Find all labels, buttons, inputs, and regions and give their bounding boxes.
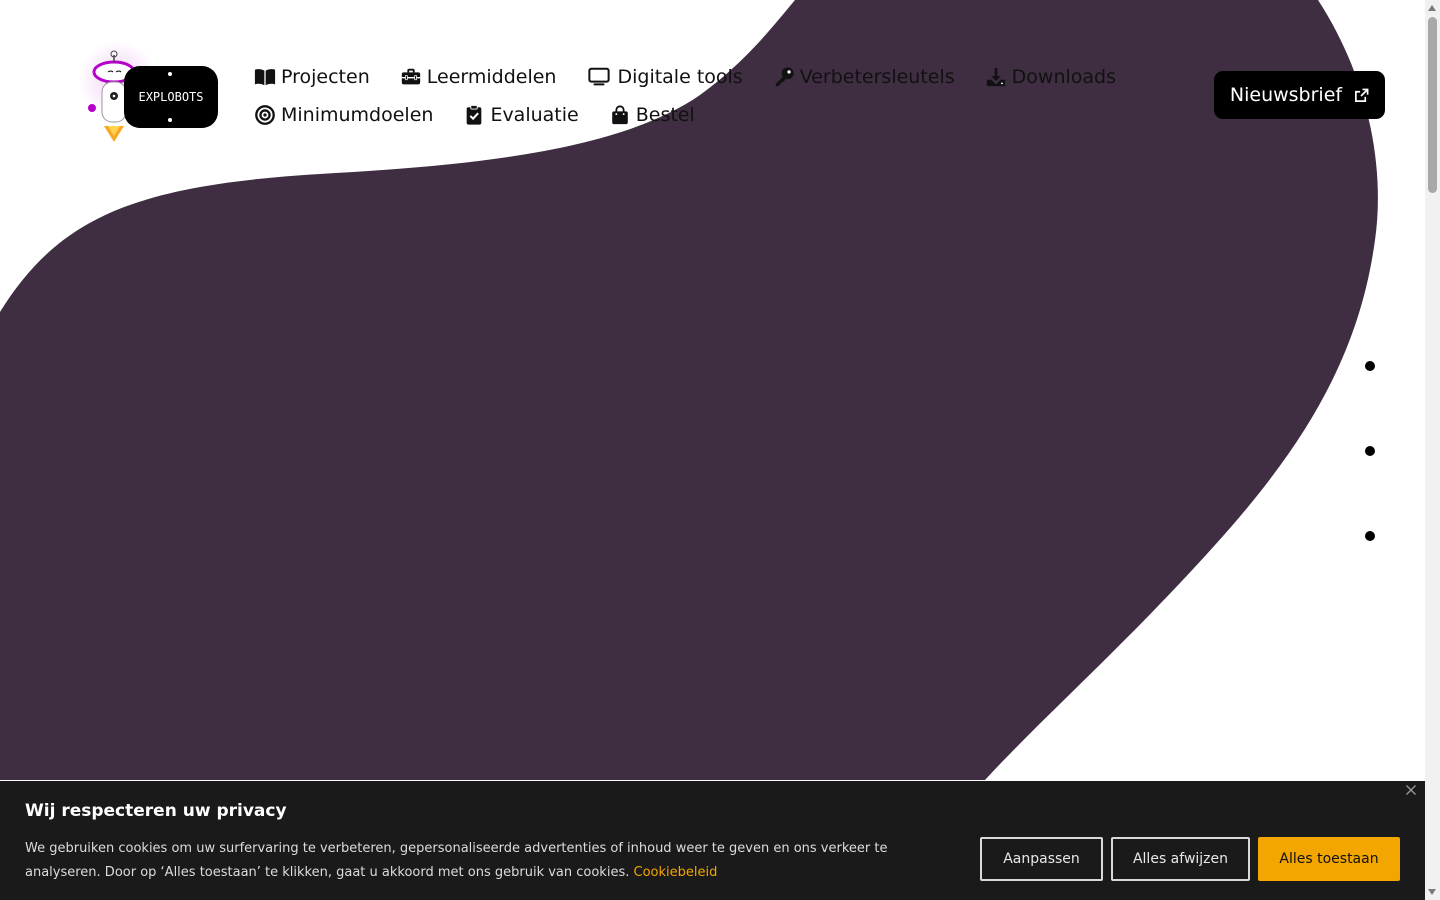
key-icon [775, 67, 794, 87]
cookie-text: We gebruiken cookies om uw surfervaring … [25, 841, 888, 880]
target-icon [255, 105, 275, 125]
cookie-consent-banner: Wij respecteren uw privacy We gebruiken … [0, 781, 1425, 900]
reject-all-button[interactable]: Alles afwijzen [1111, 837, 1250, 881]
nav-label: Leermiddelen [426, 66, 557, 88]
scrollbar[interactable] [1425, 0, 1440, 900]
shopping-bag-icon [611, 105, 628, 125]
logo-badge: EXPLOBOTS [126, 68, 216, 126]
cookie-description: We gebruiken cookies om uw surfervaring … [25, 837, 955, 885]
download-icon [986, 67, 1005, 87]
nav-item-downloads[interactable]: Downloads [985, 66, 1116, 88]
scroll-down-arrow-icon[interactable] [1428, 889, 1436, 895]
clipboard-check-icon [467, 104, 482, 125]
cookie-title: Wij respecteren uw privacy [25, 801, 287, 821]
nav-label: Downloads [1011, 66, 1116, 88]
book-open-icon [254, 69, 276, 86]
nav-label: Minimumdoelen [281, 104, 434, 126]
nav-item-evaluatie[interactable]: Evaluatie [463, 104, 579, 126]
nav-label: Projecten [281, 66, 370, 88]
slider-dots [1365, 361, 1375, 616]
toolbox-icon [401, 68, 420, 85]
main-navigation: Projecten Leermiddelen Digitale tools Ve… [254, 58, 1116, 134]
nav-row-1: Projecten Leermiddelen Digitale tools Ve… [254, 58, 1116, 96]
nav-item-digitale-tools[interactable]: Digitale tools [586, 66, 743, 88]
nav-item-projecten[interactable]: Projecten [254, 66, 370, 88]
slider-dot[interactable] [1365, 361, 1375, 371]
nav-item-bestel[interactable]: Bestel [609, 104, 695, 126]
nav-label: Digitale tools [617, 66, 743, 88]
monitor-icon [588, 67, 611, 86]
scrollbar-thumb[interactable] [1428, 17, 1437, 193]
nav-label: Verbetersleutels [799, 66, 955, 88]
nav-label: Bestel [635, 104, 695, 126]
slider-dot[interactable] [1365, 446, 1375, 456]
accept-all-button[interactable]: Alles toestaan [1258, 837, 1400, 881]
close-icon[interactable] [1405, 784, 1417, 796]
slider-dot[interactable] [1365, 531, 1375, 541]
newsletter-label: Nieuwsbrief [1229, 84, 1343, 106]
cookie-policy-link[interactable]: Cookiebeleid [634, 865, 718, 880]
scroll-up-arrow-icon[interactable] [1428, 5, 1436, 11]
logo-text: EXPLOBOTS [138, 90, 204, 104]
customize-button[interactable]: Aanpassen [980, 837, 1103, 881]
explobots-logo[interactable]: EXPLOBOTS [78, 40, 223, 150]
nav-item-leermiddelen[interactable]: Leermiddelen [400, 66, 557, 88]
nav-item-verbetersleutels[interactable]: Verbetersleutels [773, 66, 955, 88]
nav-label: Evaluatie [490, 104, 579, 126]
external-link-icon [1355, 88, 1369, 102]
nav-item-minimumdoelen[interactable]: Minimumdoelen [254, 104, 433, 126]
newsletter-button[interactable]: Nieuwsbrief [1214, 71, 1385, 119]
site-header: EXPLOBOTS Projecten Leermiddelen Digital… [0, 0, 1425, 160]
nav-row-2: Minimumdoelen Evaluatie Bestel [254, 96, 1074, 134]
